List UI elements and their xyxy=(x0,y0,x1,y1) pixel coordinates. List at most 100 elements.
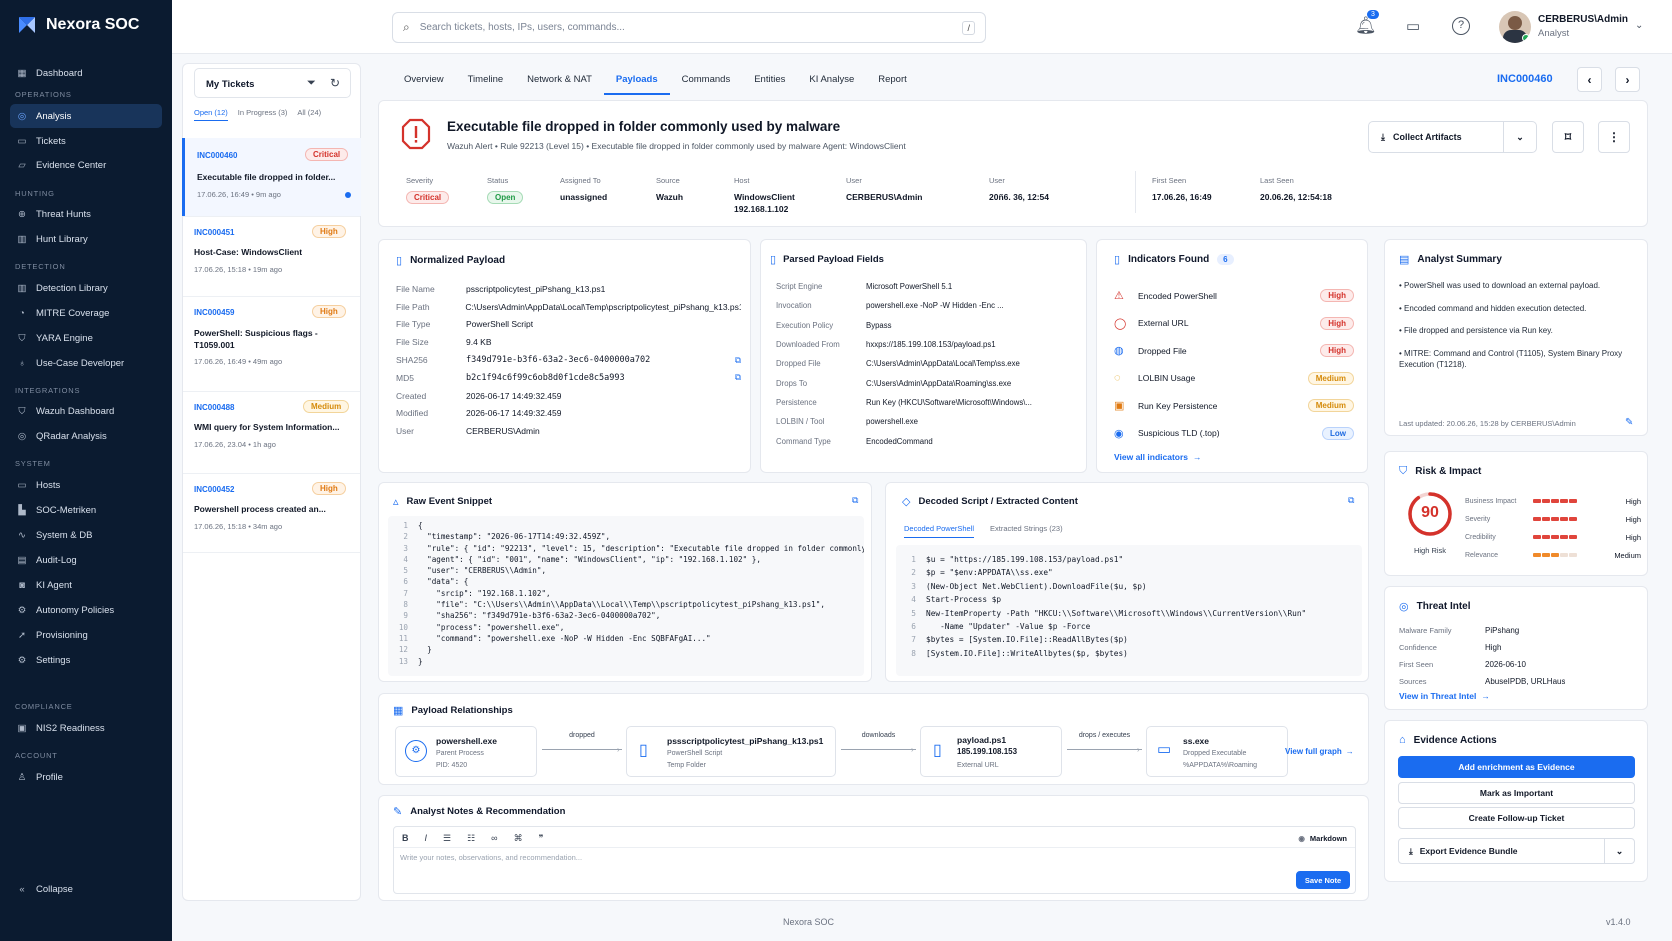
refresh-icon[interactable]: ↻ xyxy=(330,76,340,90)
numbered-list-icon[interactable]: ☷ xyxy=(467,833,475,844)
tab-network-nat[interactable]: Network & NAT xyxy=(515,65,604,95)
ticket-item[interactable]: INC000451 High Host-Case: WindowsClient … xyxy=(183,216,360,296)
field-value: C:\Users\Admin\AppData\Local\Temp\ss.exe xyxy=(866,359,1020,369)
sidebar-item-settings[interactable]: ⚙ Settings xyxy=(10,648,162,672)
sidebar-item-profile[interactable]: ♙ Profile xyxy=(10,765,162,789)
notifications-button[interactable]: 🔔︎ 3 xyxy=(1355,10,1379,36)
tab-payloads[interactable]: Payloads xyxy=(603,65,670,95)
sidebar-item-system-db[interactable]: ∿ System & DB xyxy=(10,523,162,547)
sidebar-item-evidence-center[interactable]: ▱ Evidence Center xyxy=(10,153,162,177)
tab-extracted-strings[interactable]: Extracted Strings (23) xyxy=(990,524,1063,538)
sidebar-item-audit-log[interactable]: ▤ Audit-Log xyxy=(10,548,162,572)
sidebar-item-ki-agent[interactable]: ◙ KI Agent xyxy=(10,573,162,597)
tab-commands[interactable]: Commands xyxy=(670,65,743,95)
more-button[interactable]: ⋮ xyxy=(1598,121,1630,153)
sidebar-item-detection-library[interactable]: ▥ Detection Library xyxy=(10,276,162,300)
panel-title: Analyst Summary xyxy=(1417,254,1502,265)
user-menu[interactable]: CERBERUS\Admin Analyst xyxy=(1538,14,1628,39)
collect-options-button[interactable]: ⌄ xyxy=(1503,121,1537,153)
tab-entities[interactable]: Entities xyxy=(742,65,797,95)
relationship-node[interactable]: ⚙ powershell.exe Parent Process PID: 452… xyxy=(395,726,537,777)
edit-icon[interactable]: ✎ xyxy=(1625,417,1633,428)
mark-important-button[interactable]: Mark as Important xyxy=(1398,782,1635,804)
ticket-item[interactable]: INC000488 Medium WMI query for System In… xyxy=(183,391,360,473)
indicator-name: Encoded PowerShell xyxy=(1138,290,1217,301)
copy-icon[interactable]: ⧉ xyxy=(735,372,741,383)
sidebar-item-nis2-readiness[interactable]: ▣ NIS2 Readiness xyxy=(10,716,162,740)
prev-incident-button[interactable]: ‹ xyxy=(1577,67,1602,92)
help-button[interactable]: ? xyxy=(1452,17,1470,35)
relationship-node[interactable]: ▯ pssscriptpolicytest_piPshang_k13.ps1 P… xyxy=(626,726,836,777)
bookmark-button[interactable]: ⌑ xyxy=(1552,121,1584,153)
tab-timeline[interactable]: Timeline xyxy=(456,65,516,95)
view-full-graph-link[interactable]: View full graph → xyxy=(1285,747,1354,756)
markdown-toggle[interactable]: ◉ Markdown xyxy=(1298,830,1347,846)
messages-button[interactable]: ▭ xyxy=(1406,17,1420,35)
sidebar-item-provisioning[interactable]: ➚ Provisioning xyxy=(10,623,162,647)
view-all-indicators-link[interactable]: View all indicators → xyxy=(1114,452,1202,462)
sidebar-item-wazuh-dashboard[interactable]: ⛉ Wazuh Dashboard xyxy=(10,399,162,423)
ticket-item[interactable]: INC000452 High Powershell process create… xyxy=(183,473,360,553)
sidebar-item-dashboard[interactable]: ▦ Dashboard xyxy=(10,61,162,85)
code-line: 3 "rule": { "id": "92213", "level": 15, … xyxy=(392,543,864,554)
add-evidence-button[interactable]: Add enrichment as Evidence xyxy=(1398,756,1635,778)
sidebar-item-qradar-analysis[interactable]: ◎ QRadar Analysis xyxy=(10,424,162,448)
lolbin-icon: ◌ xyxy=(1114,372,1121,385)
field-label: First Seen xyxy=(1399,660,1434,669)
create-followup-button[interactable]: Create Follow-up Ticket xyxy=(1398,807,1635,829)
code-icon[interactable]: ⌘ xyxy=(514,833,523,844)
sidebar-item-tickets[interactable]: ▭ Tickets xyxy=(10,129,162,153)
relationship-node[interactable]: ▯ payload.ps1 185.199.108.153 External U… xyxy=(920,726,1062,777)
collapse-button[interactable]: «Collapse xyxy=(10,877,162,901)
filter-icon[interactable]: ⏷ xyxy=(307,77,316,90)
sidebar-item-hunt-library[interactable]: ▥ Hunt Library xyxy=(10,227,162,251)
sidebar-item-yara-engine[interactable]: ⛉ YARA Engine xyxy=(10,326,162,350)
quote-icon[interactable]: ❞ xyxy=(539,833,544,844)
next-incident-button[interactable]: › xyxy=(1615,67,1640,92)
tab-overview[interactable]: Overview xyxy=(392,65,456,95)
sidebar-item-threat-hunts[interactable]: ⊕ Threat Hunts xyxy=(10,202,162,226)
risk-bar-segment xyxy=(1533,499,1541,503)
link-icon[interactable]: ∞ xyxy=(491,833,497,843)
notes-textarea[interactable]: Write your notes, observations, and reco… xyxy=(400,853,582,862)
ticket-title: Host-Case: WindowsClient xyxy=(194,247,303,257)
sidebar-item-analysis[interactable]: ◎ Analysis xyxy=(10,104,162,128)
risk-bar-segment xyxy=(1569,499,1577,503)
copy-icon[interactable]: ⧉ xyxy=(852,495,858,506)
ticket-item[interactable]: INC000459 High PowerShell: Suspicious fl… xyxy=(183,296,360,391)
filter-open[interactable]: Open (12) xyxy=(194,108,228,121)
chevron-down-icon[interactable]: ⌄ xyxy=(1635,20,1643,31)
view-threat-intel-link[interactable]: View in Threat Intel → xyxy=(1399,691,1490,701)
ticket-item[interactable]: INC000460 Critical Executable file dropp… xyxy=(182,138,361,216)
field-label: SHA256 xyxy=(396,355,428,366)
sidebar-item-use-case-developer[interactable]: ♁ Use-Case Developer xyxy=(10,351,162,375)
source-value: Wazuh xyxy=(656,192,684,202)
copy-icon[interactable]: ⧉ xyxy=(1348,495,1354,506)
collect-artifacts-button[interactable]: ⤓ Collect Artifacts xyxy=(1368,121,1504,153)
download-icon: ⤓ xyxy=(1409,845,1413,856)
copy-icon[interactable]: ⧉ xyxy=(735,355,741,366)
filter-in-progress[interactable]: In Progress (3) xyxy=(238,108,288,121)
avatar[interactable] xyxy=(1499,11,1531,43)
brand[interactable]: Nexora SOC xyxy=(16,14,139,36)
tab-ki-analyse[interactable]: KI Analyse xyxy=(797,65,866,95)
export-options-button[interactable]: ⌄ xyxy=(1604,838,1635,864)
tab-decoded-powershell[interactable]: Decoded PowerShell xyxy=(904,524,975,538)
filter-all[interactable]: All (24) xyxy=(297,108,321,121)
field-value: 2026-06-17 14:49:32.459 xyxy=(466,408,562,419)
field-label: Created xyxy=(396,390,427,401)
sidebar-item-hosts[interactable]: ▭ Hosts xyxy=(10,473,162,497)
italic-icon[interactable]: I xyxy=(425,833,428,843)
sidebar-item-mitre-coverage[interactable]: ◔ MITRE Coverage xyxy=(10,301,162,325)
save-note-button[interactable]: Save Note xyxy=(1296,871,1350,889)
panel-title: Normalized Payload xyxy=(410,255,506,266)
bold-icon[interactable]: B xyxy=(402,833,409,843)
sidebar-item-autonomy-policies[interactable]: ⚙ Autonomy Policies xyxy=(10,598,162,622)
relationship-node[interactable]: ▭ ss.exe Dropped Executable %APPDATA%\Ro… xyxy=(1146,726,1288,777)
severity-label: Severity xyxy=(406,176,434,185)
search-input[interactable]: ⌕ Search tickets, hosts, IPs, users, com… xyxy=(392,12,986,43)
bullet-list-icon[interactable]: ☰ xyxy=(443,833,451,844)
sidebar-item-soc-metriken[interactable]: ▙ SOC-Metriken xyxy=(10,498,162,522)
tab-report[interactable]: Report xyxy=(866,65,919,95)
export-evidence-button[interactable]: ⤓ Export Evidence Bundle xyxy=(1398,838,1605,864)
